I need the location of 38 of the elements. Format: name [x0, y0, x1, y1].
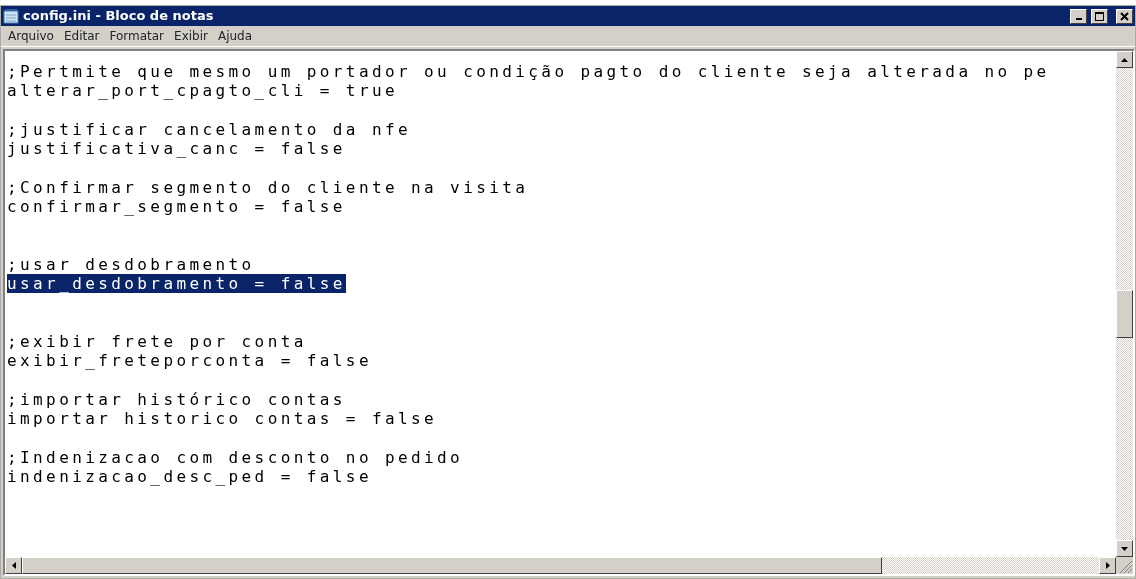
- text-line: indenizacao_desc_ped = false: [7, 467, 372, 487]
- size-grip[interactable]: [1116, 557, 1133, 574]
- scroll-down-button[interactable]: [1116, 540, 1133, 557]
- text-line: ;Indenizacao com desconto no pedido: [7, 447, 464, 467]
- minimize-button[interactable]: [1070, 8, 1087, 24]
- scroll-right-button[interactable]: [1099, 557, 1116, 574]
- menu-item[interactable]: Editar: [58, 27, 105, 45]
- text-line: importar historico contas = false: [7, 409, 438, 429]
- right-arrow-icon: [1105, 562, 1110, 569]
- close-button[interactable]: [1116, 8, 1133, 24]
- selected-text: usar_desdobramento = false: [7, 274, 346, 294]
- text-line: justificativa_canc = false: [7, 139, 346, 159]
- scroll-up-button[interactable]: [1116, 51, 1133, 68]
- text-line: ;importar histórico contas: [7, 390, 346, 410]
- scroll-left-button[interactable]: [5, 557, 22, 574]
- text-line: ;Pertmite que mesmo um portador ou condição pagto do cliente seja alterada no pe: [7, 62, 1050, 81]
- text-line: exibir_freteporconta = false: [7, 351, 372, 371]
- menu-item[interactable]: Formatar: [104, 27, 170, 45]
- window-title: config.ini - Bloco de notas: [23, 7, 215, 26]
- text-line: ;Confirmar segmento do cliente na visita: [7, 177, 529, 197]
- close-icon: [1120, 11, 1129, 21]
- menu-item[interactable]: Exibir: [169, 27, 213, 45]
- notepad-icon: [3, 8, 19, 24]
- down-arrow-icon: [1121, 546, 1128, 551]
- scroll-thumb[interactable]: [1116, 290, 1133, 338]
- text-line: alterar_port_cpagto_cli = true: [7, 81, 398, 101]
- text-line: ;justificar cancelamento da nfe: [7, 119, 412, 139]
- text-line: ;exibir frete por conta: [7, 332, 307, 352]
- text-line: confirmar_segmento = false: [7, 197, 346, 217]
- up-arrow-icon: [1121, 57, 1128, 62]
- scroll-thumb[interactable]: [22, 557, 882, 574]
- text-editor[interactable]: [5, 51, 1116, 557]
- menu-item[interactable]: Ajuda: [212, 27, 258, 45]
- left-arrow-icon: [11, 562, 16, 569]
- menu-item[interactable]: Arquivo: [3, 27, 59, 45]
- maximize-icon: [1095, 11, 1104, 21]
- maximize-button[interactable]: [1091, 8, 1108, 24]
- text-line: ;usar desdobramento: [7, 254, 255, 274]
